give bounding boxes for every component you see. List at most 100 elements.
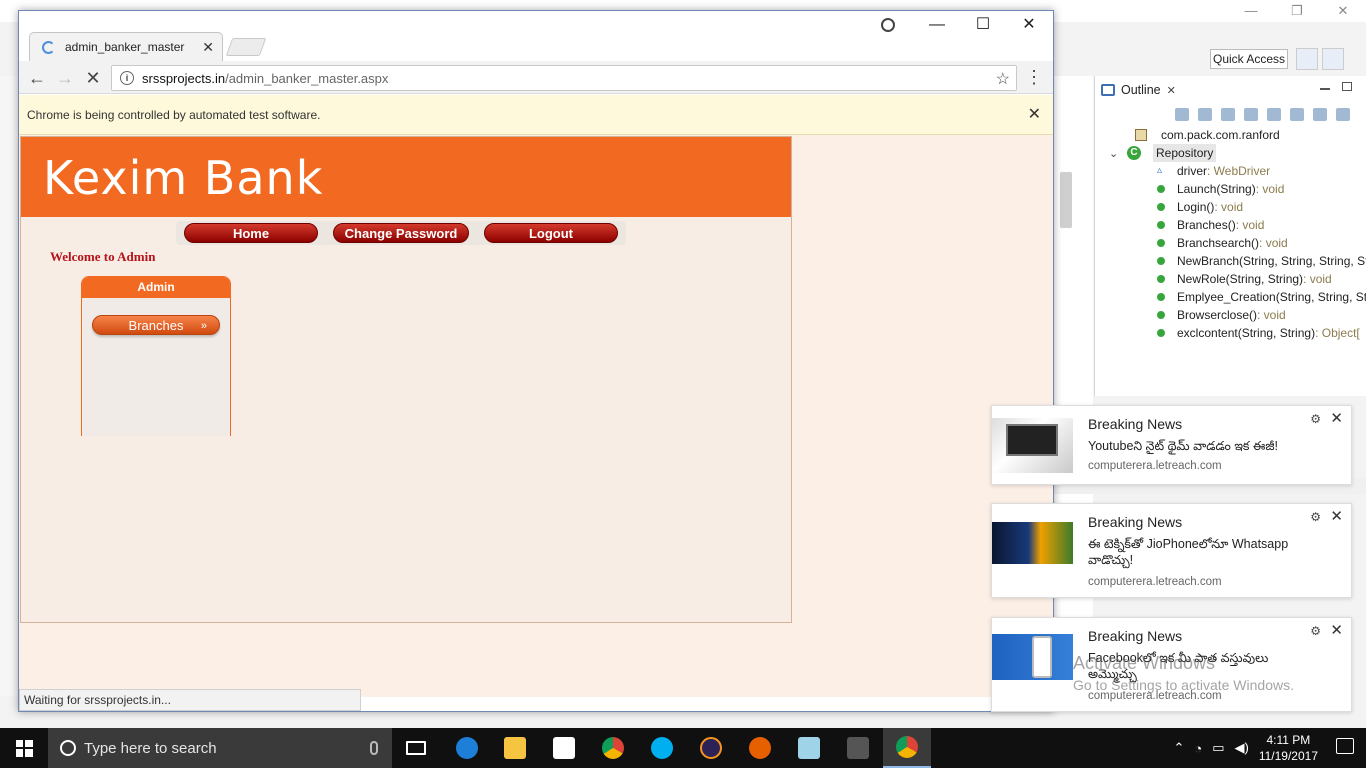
- quick-access-field[interactable]: Quick Access: [1210, 49, 1288, 69]
- method-icon: [1157, 311, 1165, 319]
- outline-tree-item[interactable]: ▵ driver : WebDriver: [1157, 162, 1270, 180]
- outline-tree-item[interactable]: Login() : void: [1157, 198, 1243, 216]
- gear-icon[interactable]: ⚙: [1310, 510, 1321, 524]
- outline-item-name: NewRole(String, String): [1177, 272, 1304, 286]
- close-icon[interactable]: ✕: [1330, 507, 1343, 525]
- task-view-icon[interactable]: [392, 728, 440, 768]
- outline-tree-item[interactable]: C Repository: [1127, 144, 1217, 162]
- outline-item-type: : void: [1259, 236, 1288, 250]
- java-perspective-icon[interactable]: [1322, 48, 1344, 70]
- sort-icon[interactable]: [1221, 108, 1235, 121]
- volume-icon[interactable]: ◀): [1235, 740, 1249, 756]
- browser-tab[interactable]: admin_banker_master ✕: [29, 32, 223, 61]
- minimize-button[interactable]: —: [915, 13, 959, 37]
- outline-item-name: Emplyee_Creation(String, String, St: [1177, 290, 1366, 304]
- change-password-button[interactable]: Change Password: [333, 223, 469, 243]
- admin-menu-box: Admin Branches »: [81, 276, 231, 436]
- eclipse-close-icon[interactable]: ✕: [1320, 0, 1366, 22]
- chevron-up-icon[interactable]: ⌃: [1173, 740, 1184, 756]
- tab-close-icon[interactable]: ✕: [202, 39, 214, 56]
- outline-view: Outline ✕ ⌄ com.pack.com.ranford C Reposit…: [1094, 76, 1366, 396]
- edge-icon[interactable]: [443, 728, 491, 768]
- firefox-icon[interactable]: [736, 728, 784, 768]
- chevron-down-icon[interactable]: ⌄: [1109, 147, 1118, 160]
- new-tab-button[interactable]: [225, 38, 267, 56]
- gear-icon[interactable]: ⚙: [1310, 412, 1321, 426]
- chrome-window: admin_banker_master ✕ — ☐ ✕ ← → ✕ i srss…: [18, 10, 1054, 712]
- infobar-close-icon[interactable]: ✕: [1028, 104, 1041, 124]
- outline-tree-item[interactable]: exclcontent(String, String) : Object[: [1157, 324, 1360, 342]
- close-icon[interactable]: ✕: [1330, 621, 1343, 639]
- close-icon[interactable]: ✕: [1330, 409, 1343, 427]
- method-icon: [1157, 275, 1165, 283]
- method-icon: [1157, 203, 1165, 211]
- chrome-icon[interactable]: [589, 728, 637, 768]
- chrome-active-icon[interactable]: [883, 728, 931, 768]
- stop-loading-icon[interactable]: ✕: [81, 66, 105, 90]
- collapse-all-icon[interactable]: [1198, 108, 1212, 121]
- hide-nonpublic-icon[interactable]: [1290, 108, 1304, 121]
- site-nav-bar: Home Change Password Logout: [176, 221, 626, 245]
- notification-card-1[interactable]: Breaking News Youtubeని నైట్ థైమ్ వాడడం …: [991, 405, 1352, 485]
- open-perspective-icon[interactable]: [1296, 48, 1318, 70]
- address-bar[interactable]: i srssprojects.in/admin_banker_master.as…: [111, 65, 1017, 91]
- start-button[interactable]: [0, 728, 48, 768]
- site-info-icon[interactable]: i: [120, 71, 134, 85]
- outline-tree-item[interactable]: NewRole(String, String) : void: [1157, 270, 1332, 288]
- home-button[interactable]: Home: [184, 223, 318, 243]
- outline-tree-item[interactable]: Emplyee_Creation(String, String, St: [1157, 288, 1366, 306]
- filmora-icon[interactable]: [834, 728, 882, 768]
- forward-arrow-icon[interactable]: →: [53, 66, 77, 90]
- microphone-icon[interactable]: [370, 741, 378, 755]
- notification-card-2[interactable]: Breaking News ఈ టెక్నిక్‌తో JioPhoneలోనూ…: [991, 503, 1352, 598]
- store-icon[interactable]: [540, 728, 588, 768]
- hide-fields-icon[interactable]: [1244, 108, 1258, 121]
- network-icon[interactable]: ◔: [1194, 741, 1202, 756]
- outline-tab[interactable]: Outline ✕: [1101, 80, 1176, 100]
- outline-tree-item[interactable]: Branches() : void: [1157, 216, 1264, 234]
- class-icon: C: [1127, 146, 1141, 160]
- outline-maximize-icon[interactable]: [1342, 82, 1352, 91]
- outline-tree-item[interactable]: com.pack.com.ranford: [1135, 126, 1280, 144]
- url-host: srssprojects.in: [142, 70, 226, 86]
- branches-button[interactable]: Branches »: [92, 315, 220, 335]
- action-center-icon[interactable]: [1336, 738, 1354, 754]
- outline-minimize-icon[interactable]: [1320, 88, 1330, 90]
- double-arrow-icon: »: [200, 320, 207, 332]
- battery-icon[interactable]: ▭: [1212, 740, 1224, 756]
- outline-tree-item[interactable]: Launch(String) : void: [1157, 180, 1284, 198]
- eclipse-restore-icon[interactable]: ❐: [1274, 0, 1320, 22]
- gear-icon[interactable]: ⚙: [1310, 624, 1321, 638]
- outline-tree-item[interactable]: Branchsearch() : void: [1157, 234, 1288, 252]
- bookmark-star-icon[interactable]: ☆: [996, 69, 1010, 89]
- tab-strip: admin_banker_master ✕ — ☐ ✕: [19, 11, 1053, 61]
- user-profile-icon[interactable]: [881, 18, 895, 32]
- search-placeholder: Type here to search: [84, 739, 217, 757]
- hide-local-types-icon[interactable]: [1313, 108, 1327, 121]
- chrome-menu-icon[interactable]: ⋮: [1025, 67, 1043, 87]
- maximize-button[interactable]: ☐: [961, 13, 1005, 37]
- outline-tree-item[interactable]: Browserclose() : void: [1157, 306, 1286, 324]
- field-icon: ▵: [1157, 165, 1163, 176]
- back-arrow-icon[interactable]: ←: [25, 66, 49, 90]
- notepad-icon[interactable]: [785, 728, 833, 768]
- cortana-icon: [60, 740, 76, 756]
- editor-scrollbar[interactable]: [1060, 172, 1072, 228]
- file-explorer-icon[interactable]: [491, 728, 539, 768]
- outline-item-name: NewBranch(String, String, String, St: [1177, 254, 1366, 268]
- skype-icon[interactable]: [638, 728, 686, 768]
- taskbar-search[interactable]: Type here to search: [48, 728, 392, 768]
- clock[interactable]: 4:11 PM 11/19/2017: [1259, 732, 1318, 764]
- eclipse-icon[interactable]: [687, 728, 735, 768]
- hide-static-icon[interactable]: [1267, 108, 1281, 121]
- clock-date: 11/19/2017: [1258, 749, 1318, 763]
- link-editor-icon[interactable]: [1336, 108, 1350, 121]
- eclipse-minimize-icon[interactable]: —: [1228, 0, 1274, 22]
- close-window-button[interactable]: ✕: [1007, 13, 1051, 37]
- windows-logo-icon: [15, 739, 33, 757]
- outline-item-name: com.pack.com.ranford: [1161, 128, 1280, 142]
- logout-button[interactable]: Logout: [484, 223, 618, 243]
- outline-tree-item[interactable]: NewBranch(String, String, String, St: [1157, 252, 1366, 270]
- focus-active-task-icon[interactable]: [1175, 108, 1189, 121]
- outline-tab-close-icon[interactable]: ✕: [1167, 84, 1176, 97]
